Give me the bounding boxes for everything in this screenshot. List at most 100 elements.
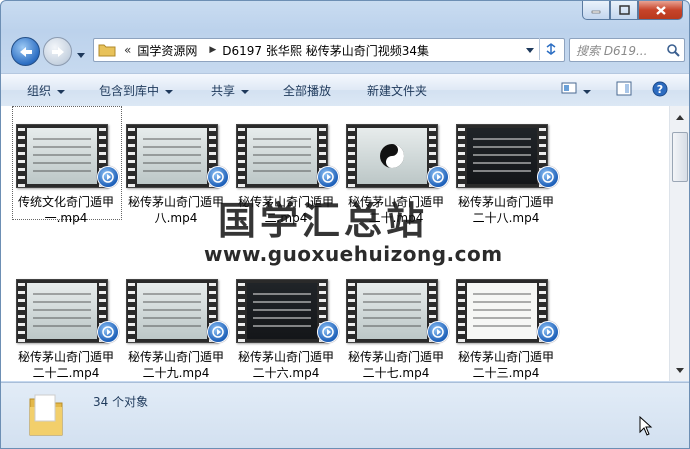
file-item[interactable]: 秘传茅山奇门遁甲 二十六.mp4 [231, 269, 341, 381]
video-thumbnail [456, 124, 548, 188]
film-strip-holes [238, 280, 245, 342]
file-item[interactable]: 秘传茅山奇门遁甲 二十二.mp4 [11, 269, 121, 381]
play-all-button[interactable]: 全部播放 [283, 82, 331, 99]
preview-pane-button[interactable] [616, 81, 632, 99]
file-item[interactable]: 传统文化奇门遁甲 一.mp4 [11, 114, 121, 229]
thumbnail-line [253, 325, 311, 327]
address-dropdown-icon[interactable] [526, 47, 534, 53]
thumbnail-line [33, 293, 91, 295]
view-icon [561, 82, 577, 94]
file-name[interactable]: 秘传茅山奇门遁甲 八.mp4 [121, 194, 231, 226]
thumbnail-line [143, 293, 201, 295]
breadcrumb-item[interactable]: 国学资源网 [137, 42, 197, 59]
thumbnail-line [143, 138, 201, 140]
film-strip-holes [18, 125, 25, 187]
thumbnail-line [363, 325, 421, 327]
file-item[interactable]: 秘传茅山奇门遁甲 二十九.mp4 [121, 269, 231, 381]
file-item[interactable]: 秘传茅山奇门遁甲 二十三.mp4 [451, 269, 561, 381]
thumbnail-line [143, 317, 201, 319]
chevron-down-icon [165, 89, 174, 94]
file-name[interactable]: 秘传茅山奇门遁甲 二十二.mp4 [11, 349, 121, 381]
film-strip-holes [18, 280, 25, 342]
organize-label: 组织 [27, 84, 52, 98]
thumbnail-line [253, 170, 311, 172]
thumbnail-line [473, 162, 531, 164]
video-thumbnail [236, 124, 328, 188]
vertical-scrollbar[interactable] [669, 106, 689, 381]
file-name-line: 秘传茅山奇门遁甲 [457, 195, 554, 209]
thumbnail-line [143, 154, 201, 156]
file-name[interactable]: 秘传茅山奇门遁甲 二十九.mp4 [121, 349, 231, 381]
change-view-button[interactable] [561, 81, 591, 98]
thumbnail-line [253, 138, 311, 140]
watermark-url: www.guoxuehuizong.com [204, 242, 503, 266]
scroll-up-button[interactable] [673, 110, 686, 124]
new-folder-button[interactable]: 新建文件夹 [367, 82, 427, 99]
share-menu[interactable]: 共享 [211, 82, 250, 99]
minimize-button[interactable] [582, 1, 610, 20]
video-thumbnail [346, 124, 438, 188]
thumbnail-line [33, 154, 91, 156]
minimize-icon [591, 10, 601, 14]
thumbnail-line [143, 170, 201, 172]
thumbnail-line [363, 317, 421, 319]
folder-icon [29, 394, 63, 436]
file-item[interactable]: 秘传茅山奇门遁甲 二十八.mp4 [451, 114, 561, 229]
breadcrumb-overflow[interactable]: « [124, 43, 131, 57]
address-bar[interactable]: « 国学资源网 ▶ D6197 张华熙 秘传茅山奇门视频34集 [93, 38, 565, 62]
thumbnail-frame [137, 128, 207, 184]
thumbnail-line [473, 301, 531, 303]
thumbnail-line [363, 309, 421, 311]
thumbnail-line [253, 162, 311, 164]
folder-icon [98, 44, 116, 57]
video-thumbnail [236, 279, 328, 343]
breadcrumb-arrow-icon[interactable]: ▶ [209, 45, 216, 55]
file-name[interactable]: 传统文化奇门遁甲 一.mp4 [11, 194, 121, 226]
scroll-thumb[interactable] [672, 132, 688, 182]
thumbnail-line [33, 301, 91, 303]
taiji-icon [380, 144, 404, 168]
thumbnail-frame [27, 283, 97, 339]
breadcrumb-item[interactable]: D6197 张华熙 秘传茅山奇门视频34集 [222, 42, 429, 59]
thumbnail-line [473, 309, 531, 311]
recent-pages-dropdown[interactable] [77, 47, 85, 61]
search-icon[interactable] [666, 43, 680, 57]
thumbnail-line [473, 146, 531, 148]
thumbnail-line [253, 301, 311, 303]
thumbnail-line [473, 154, 531, 156]
thumbnail-frame [357, 283, 427, 339]
search-input[interactable]: 搜索 D619... [576, 42, 666, 59]
file-item[interactable]: 秘传茅山奇门遁甲 二十七.mp4 [341, 269, 451, 381]
close-button[interactable] [638, 1, 683, 20]
forward-button[interactable] [43, 37, 72, 66]
include-in-library-menu[interactable]: 包含到库中 [99, 82, 174, 99]
file-name[interactable]: 秘传茅山奇门遁甲 二十八.mp4 [451, 194, 561, 226]
thumbnail-line [33, 325, 91, 327]
film-strip-holes [128, 125, 135, 187]
refresh-button[interactable] [539, 38, 562, 60]
file-name[interactable]: 秘传茅山奇门遁甲 二十六.mp4 [231, 349, 341, 381]
scroll-down-button[interactable] [673, 363, 686, 377]
file-name-line: 二十八.mp4 [472, 211, 540, 225]
media-player-icon [97, 321, 119, 343]
video-thumbnail [126, 279, 218, 343]
thumbnail-line [473, 317, 531, 319]
file-name-line: 秘传茅山奇门遁甲 [17, 350, 114, 364]
close-icon [655, 5, 666, 15]
file-name[interactable]: 秘传茅山奇门遁甲 二十三.mp4 [451, 349, 561, 381]
thumbnail-line [143, 162, 201, 164]
back-button[interactable] [11, 37, 40, 66]
file-item[interactable]: 秘传茅山奇门遁甲 八.mp4 [121, 114, 231, 229]
maximize-button[interactable] [610, 1, 638, 20]
share-label: 共享 [211, 84, 236, 98]
arrow-right-icon [51, 46, 64, 57]
file-name[interactable]: 秘传茅山奇门遁甲 二十七.mp4 [341, 349, 451, 381]
file-name-line: 秘传茅山奇门遁甲 [457, 350, 554, 364]
video-thumbnail [16, 124, 108, 188]
item-count: 34 个对象 [93, 395, 149, 409]
media-player-icon [317, 166, 339, 188]
organize-menu[interactable]: 组织 [27, 82, 66, 99]
search-box[interactable]: 搜索 D619... [569, 38, 685, 62]
chevron-down-icon [57, 89, 66, 94]
help-button[interactable]: ? [652, 81, 668, 100]
